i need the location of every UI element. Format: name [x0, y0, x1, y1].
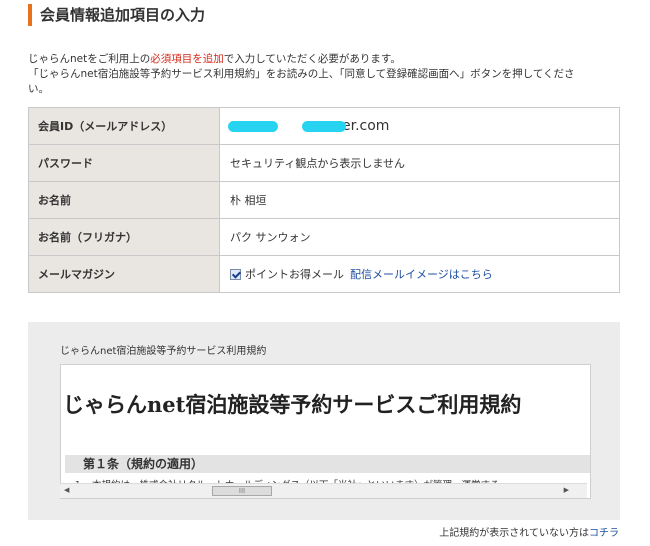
- password-value: セキュリティ観点から表示しません: [219, 144, 620, 182]
- scroll-right-icon[interactable]: ▶: [564, 486, 569, 494]
- password-label: パスワード: [28, 144, 220, 182]
- intro-line-3: い。: [28, 83, 49, 95]
- member-info-table: 会員ID（メールアドレス） er.com パスワード セキュリティ観点から表示し…: [28, 107, 620, 293]
- required-highlight: 必須項目を追加: [150, 53, 224, 65]
- mail-magazine-label: メールマガジン: [28, 255, 220, 293]
- name-kana-value: パク サンウォン: [219, 218, 620, 256]
- intro-line-1: じゃらんnetをご利用上の必須項目を追加で入力していただく必要があります。: [28, 52, 628, 67]
- member-id-label: 会員ID（メールアドレス）: [28, 107, 220, 145]
- footer-link[interactable]: コチラ: [589, 528, 619, 539]
- section-title: 会員情報追加項目の入力: [28, 4, 205, 26]
- mail-magazine-value: ポイントお得メール 配信メールイメージはこちら: [219, 255, 620, 293]
- terms-article-heading: 第１条（規約の適用）: [65, 455, 590, 473]
- row-name: お名前 朴 相垣: [28, 181, 620, 219]
- terms-heading: じゃらんnet宿泊施設等予約サービスご利用規約: [63, 392, 522, 417]
- scroll-left-icon[interactable]: ◀: [64, 486, 69, 494]
- redaction-mark: [302, 121, 346, 132]
- horizontal-scroll-thumb[interactable]: III: [212, 486, 272, 496]
- intro-line-1-pre: じゃらんnetをご利用上の: [28, 53, 151, 65]
- row-member-id: 会員ID（メールアドレス） er.com: [28, 107, 620, 145]
- row-name-kana: お名前（フリガナ） パク サンウォン: [28, 218, 620, 256]
- intro-line-1-post: で入力していただく必要があります。: [223, 53, 401, 65]
- terms-caption: じゃらんnet宿泊施設等予約サービス利用規約: [60, 346, 267, 357]
- terms-panel: じゃらんnet宿泊施設等予約サービス利用規約 じゃらんnet宿泊施設等予約サービ…: [28, 322, 620, 520]
- email-display: er.com: [228, 118, 389, 134]
- point-mail-label[interactable]: ポイントお得メール: [245, 268, 344, 281]
- horizontal-scrollbar[interactable]: ◀ III ▶: [60, 483, 587, 498]
- name-kana-label: お名前（フリガナ）: [28, 218, 220, 256]
- redaction-mark: [228, 121, 278, 132]
- name-value: 朴 相垣: [219, 181, 620, 219]
- name-label: お名前: [28, 181, 220, 219]
- mail-image-link[interactable]: 配信メールイメージはこちら: [350, 268, 493, 281]
- row-password: パスワード セキュリティ観点から表示しません: [28, 144, 620, 182]
- intro-text: じゃらんnetをご利用上の必須項目を追加で入力していただく必要があります。 「じ…: [28, 52, 628, 97]
- terms-frame[interactable]: じゃらんnet宿泊施設等予約サービスご利用規約 第１条（規約の適用） １ 本規約…: [60, 364, 591, 499]
- footer-note: 上記規約が表示されていない方はコチラ: [439, 524, 619, 539]
- footer-note-text: 上記規約が表示されていない方は: [439, 528, 589, 539]
- row-mail-magazine: メールマガジン ポイントお得メール 配信メールイメージはこちら: [28, 255, 620, 293]
- member-id-value: er.com: [219, 107, 620, 145]
- intro-line-2: 「じゃらんnet宿泊施設等予約サービス利用規約」をお読みの上、「同意して登録確認…: [28, 68, 575, 80]
- point-mail-checkbox[interactable]: [230, 269, 241, 280]
